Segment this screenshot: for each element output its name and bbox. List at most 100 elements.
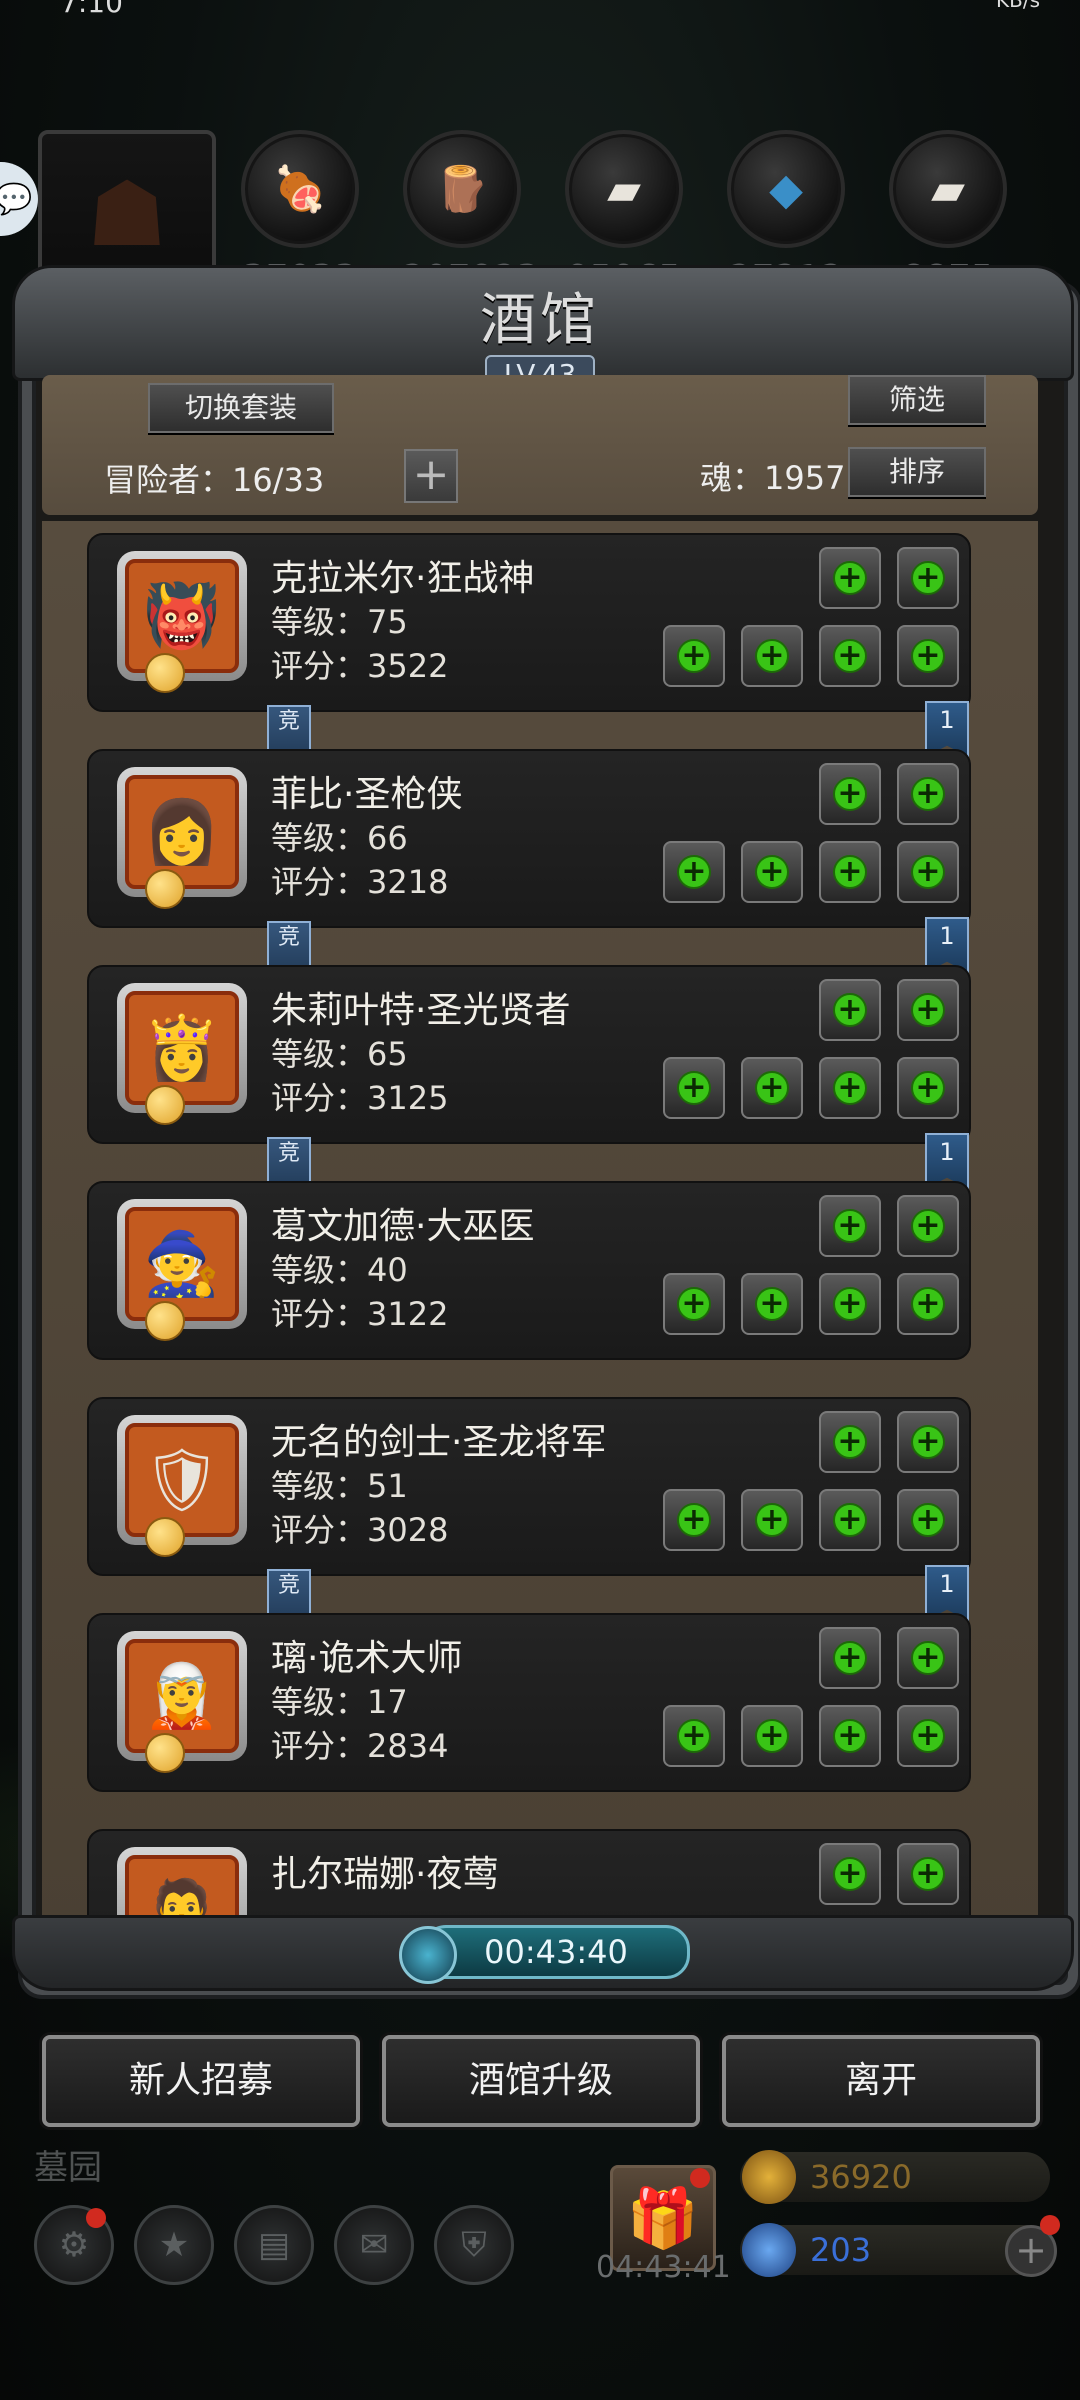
equip-slot-amulet[interactable]: + xyxy=(897,1273,959,1335)
plus-icon: + xyxy=(833,855,867,889)
filter-button[interactable]: 筛选 xyxy=(848,375,986,425)
equip-slot-armor[interactable]: + xyxy=(741,1057,803,1119)
equip-slot-armor[interactable]: + xyxy=(741,841,803,903)
equip-slot-weapon[interactable]: + xyxy=(663,1057,725,1119)
equip-slot-accessory[interactable]: + xyxy=(819,547,881,609)
plus-icon: + xyxy=(911,777,945,811)
equip-slot-armor[interactable]: + xyxy=(741,1273,803,1335)
equip-slot-amulet[interactable]: + xyxy=(897,1489,959,1551)
sort-button[interactable]: 排序 xyxy=(848,447,986,497)
equip-slot-armor[interactable]: + xyxy=(741,1489,803,1551)
plus-icon: + xyxy=(677,1287,711,1321)
hero-level: 等级：65 xyxy=(271,1035,408,1073)
wood-icon: 🪵 xyxy=(403,130,521,248)
equip-slot-accessory[interactable]: + xyxy=(897,1195,959,1257)
equip-slot-accessory[interactable]: + xyxy=(897,763,959,825)
panel-header: 切换套装 筛选 冒险者：16/33 + 魂：1957 排序 xyxy=(42,375,1038,515)
gift-timer: 04:43:41 xyxy=(596,2250,731,2285)
plus-icon: + xyxy=(1015,2228,1047,2272)
expand-capacity-button[interactable]: + xyxy=(404,449,458,503)
arena-tag: 竞 xyxy=(267,1569,311,1619)
hero-card[interactable]: 👸 朱莉叶特·圣光贤者 等级：65 评分：3125 + + + + + + xyxy=(87,965,971,1144)
shield-icon[interactable]: ⛨ xyxy=(434,2205,514,2285)
panel-title: 酒馆 xyxy=(480,288,600,353)
plus-icon: + xyxy=(833,993,867,1027)
equip-slot-accessory[interactable]: + xyxy=(819,1627,881,1689)
equip-slot-weapon[interactable]: + xyxy=(663,841,725,903)
gem-value: 203 xyxy=(810,2231,872,2269)
hero-card[interactable]: 🛡 无名的剑士·圣龙将军 等级：51 评分：3028 + + + + + + xyxy=(87,1397,971,1576)
plus-icon: + xyxy=(911,1503,945,1537)
star-medal-icon[interactable]: ★ xyxy=(134,2205,214,2285)
gold-counter[interactable]: 36920 xyxy=(740,2150,1050,2204)
equip-slot-weapon[interactable]: + xyxy=(663,1705,725,1767)
equip-slot-amulet[interactable]: + xyxy=(897,625,959,687)
status-time: 7:10 xyxy=(60,0,123,19)
equip-slot-ring[interactable]: + xyxy=(819,1057,881,1119)
equip-slot-accessory[interactable]: + xyxy=(819,1195,881,1257)
equip-slot-weapon[interactable]: + xyxy=(663,1489,725,1551)
equip-slot-accessory[interactable]: + xyxy=(819,979,881,1041)
equip-slot-accessory[interactable]: + xyxy=(897,979,959,1041)
plus-icon: + xyxy=(911,1425,945,1459)
moon-icon xyxy=(145,653,185,693)
recruit-button[interactable]: 新人招募 xyxy=(42,2035,360,2127)
notification-dot xyxy=(690,2168,710,2188)
steel-ingot-icon: ▰ xyxy=(889,130,1007,248)
hero-name: 璃·诡术大师 xyxy=(271,1638,463,1679)
plus-icon: + xyxy=(911,855,945,889)
equip-slot-accessory[interactable]: + xyxy=(819,1843,881,1905)
equip-slot-amulet[interactable]: + xyxy=(897,841,959,903)
equip-slot-accessory[interactable]: + xyxy=(897,547,959,609)
plus-icon: + xyxy=(833,1641,867,1675)
hero-face-icon: 🧙 xyxy=(125,1207,239,1321)
equip-slot-amulet[interactable]: + xyxy=(897,1057,959,1119)
equip-slot-ring[interactable]: + xyxy=(819,1489,881,1551)
equip-slot-accessory[interactable]: + xyxy=(819,763,881,825)
equip-slot-accessory[interactable]: + xyxy=(897,1411,959,1473)
mail-icon[interactable]: ✉ xyxy=(334,2205,414,2285)
hero-score: 评分：3028 xyxy=(271,1511,449,1549)
plus-icon: + xyxy=(755,855,789,889)
hero-card[interactable]: 👩 菲比·圣枪侠 等级：66 评分：3218 + + + + + + xyxy=(87,749,971,928)
hero-list[interactable]: 👹 克拉米尔·狂战神 等级：75 评分：3522 + + + + + + 竞 1… xyxy=(42,521,1038,1961)
hero-face-icon: 🧝 xyxy=(125,1639,239,1753)
equip-slot-accessory[interactable]: + xyxy=(897,1843,959,1905)
equip-slot-weapon[interactable]: + xyxy=(663,1273,725,1335)
scroll-icon[interactable]: ▤ xyxy=(234,2205,314,2285)
plus-icon: + xyxy=(911,1857,945,1891)
equip-slot-accessory[interactable]: + xyxy=(897,1627,959,1689)
hero-face-icon: 👸 xyxy=(125,991,239,1105)
tavern-upgrade-button[interactable]: 酒馆升级 xyxy=(382,2035,700,2127)
location-label: 墓园 xyxy=(34,2148,102,2188)
equip-slot-armor[interactable]: + xyxy=(741,625,803,687)
equip-slot-ring[interactable]: + xyxy=(819,1705,881,1767)
leave-button[interactable]: 离开 xyxy=(722,2035,1040,2127)
hero-card[interactable]: 👹 克拉米尔·狂战神 等级：75 评分：3522 + + + + + + xyxy=(87,533,971,712)
equip-slot-weapon[interactable]: + xyxy=(663,625,725,687)
hero-card[interactable]: 🧙 葛文加德·大巫医 等级：40 评分：3122 + + + + + + xyxy=(87,1181,971,1360)
plus-icon: + xyxy=(833,1503,867,1537)
equip-slot-ring[interactable]: + xyxy=(819,1273,881,1335)
equip-slot-ring[interactable]: + xyxy=(819,841,881,903)
moon-icon xyxy=(145,1301,185,1341)
hero-face-icon: 👹 xyxy=(125,559,239,673)
hero-level: 等级：51 xyxy=(271,1467,408,1505)
plus-icon: + xyxy=(833,1287,867,1321)
arena-tag: 竞 xyxy=(267,1137,311,1187)
equip-slot-amulet[interactable]: + xyxy=(897,1705,959,1767)
hero-card[interactable]: 🧝 璃·诡术大师 等级：17 评分：2834 + + + + + + xyxy=(87,1613,971,1792)
plus-icon: + xyxy=(755,639,789,673)
plus-icon: + xyxy=(911,1287,945,1321)
plus-icon: + xyxy=(911,1719,945,1753)
plus-icon: + xyxy=(911,639,945,673)
equip-slot-armor[interactable]: + xyxy=(741,1705,803,1767)
tavern-panel: 酒馆 LV.43 切换套装 筛选 冒险者：16/33 + 魂：1957 排序 👹… xyxy=(12,265,1078,1995)
equip-slot-ring[interactable]: + xyxy=(819,625,881,687)
gem-counter[interactable]: 203 xyxy=(740,2223,1050,2277)
switch-outfit-button[interactable]: 切换套装 xyxy=(148,383,334,433)
gold-coin-icon xyxy=(742,2150,796,2204)
gold-value: 36920 xyxy=(810,2158,912,2196)
equip-slot-accessory[interactable]: + xyxy=(819,1411,881,1473)
plus-icon: + xyxy=(755,1719,789,1753)
